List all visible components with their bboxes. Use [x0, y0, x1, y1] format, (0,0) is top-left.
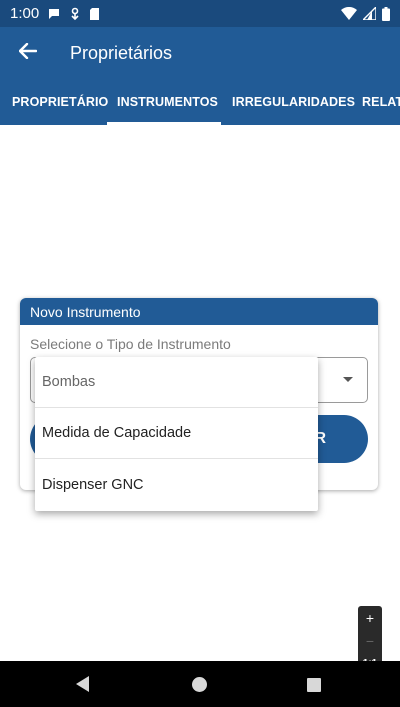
zoom-in-button[interactable]: + — [358, 606, 382, 629]
tab-instrumentos[interactable]: INSTRUMENTOS — [117, 79, 218, 125]
nav-recents-icon[interactable] — [307, 678, 321, 692]
back-button[interactable] — [0, 27, 56, 79]
nav-home-icon[interactable] — [192, 677, 207, 692]
wifi-icon — [341, 7, 357, 20]
dropdown-option-medida-de-capacidade[interactable]: Medida de Capacidade — [35, 408, 318, 459]
dropdown-option-dispenser-gnc[interactable]: Dispenser GNC — [35, 459, 318, 510]
system-nav-bar — [0, 661, 400, 707]
chat-notification-icon — [47, 7, 61, 21]
cell-signal-icon — [363, 7, 376, 20]
tab-bar: PROPRIETÁRIO INSTRUMENTOS IRREGULARIDADE… — [0, 79, 400, 125]
app-bar: Proprietários — [0, 27, 400, 79]
instrument-type-dropdown: Bombas Medida de Capacidade Dispenser GN… — [35, 357, 318, 511]
dropdown-option-bombas[interactable]: Bombas — [35, 357, 318, 408]
status-bar: 1:00 — [0, 0, 400, 27]
usb-debug-icon — [69, 7, 81, 21]
card-title: Novo Instrumento — [20, 298, 378, 325]
active-tab-indicator — [107, 122, 221, 125]
page-title: Proprietários — [70, 42, 173, 63]
arrow-back-icon — [18, 42, 38, 64]
tab-irregularidades[interactable]: IRREGULARIDADES — [232, 79, 355, 125]
status-time: 1:00 — [10, 5, 40, 22]
dropdown-arrow-icon — [343, 377, 353, 382]
nav-back-icon[interactable] — [76, 676, 89, 692]
tab-proprietario[interactable]: PROPRIETÁRIO — [12, 79, 108, 125]
battery-icon — [382, 6, 390, 21]
zoom-out-button[interactable]: − — [358, 629, 382, 652]
instrument-type-label: Selecione o Tipo de Instrumento — [30, 336, 231, 352]
tab-relatorio[interactable]: RELATÓRIO — [362, 79, 400, 125]
sd-card-icon — [89, 7, 100, 21]
